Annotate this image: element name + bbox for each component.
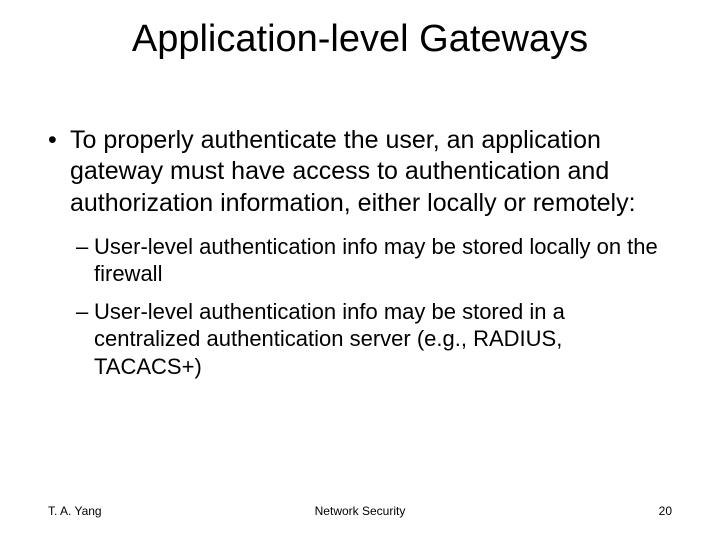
footer-page-number: 20 bbox=[659, 504, 672, 518]
slide-body: To properly authenticate the user, an ap… bbox=[48, 125, 672, 390]
slide-title: Application-level Gateways bbox=[0, 18, 720, 61]
bullet-sub-2: User-level authentication info may be st… bbox=[76, 298, 672, 381]
bullet-main: To properly authenticate the user, an ap… bbox=[48, 125, 672, 219]
slide: Application-level Gateways To properly a… bbox=[0, 0, 720, 540]
footer-subject: Network Security bbox=[0, 504, 720, 518]
bullet-sub-1: User-level authentication info may be st… bbox=[76, 233, 672, 288]
